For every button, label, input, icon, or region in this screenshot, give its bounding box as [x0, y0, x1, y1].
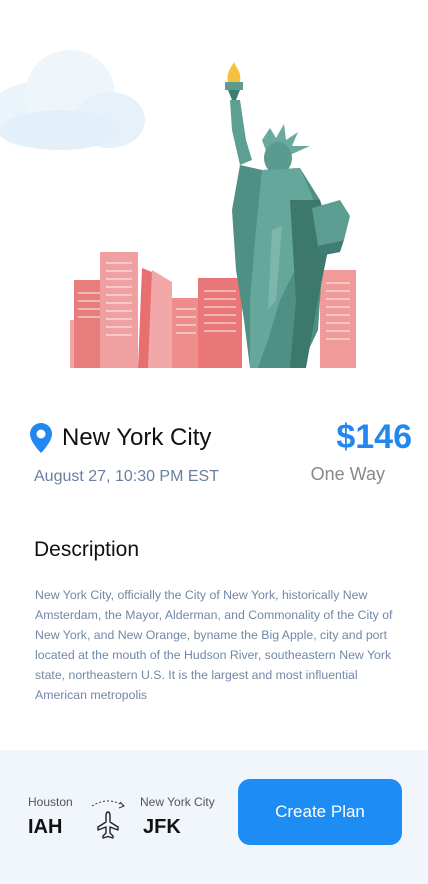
airplane-icon	[91, 800, 125, 839]
flight-summary-bar: Houston IAH New York City JFK Create Pla…	[0, 750, 428, 884]
trip-type-label: One Way	[310, 464, 385, 484]
flight-datetime: August 27, 10:30 PM EST	[34, 468, 219, 485]
create-plan-button[interactable]: Create Plan	[238, 779, 402, 845]
location-pin-icon	[30, 423, 52, 453]
hero-illustration	[0, 50, 356, 368]
destination-airport-code: JFK	[143, 816, 181, 838]
destination-city-title: New York City	[62, 424, 212, 451]
destination-city: New York City	[140, 795, 215, 809]
description-body: New York City, officially the City of Ne…	[35, 588, 393, 702]
cloud-illustration	[0, 50, 145, 150]
origin-city: Houston	[28, 795, 73, 809]
origin-airport-code: IAH	[28, 816, 63, 838]
flight-price: $146	[336, 418, 412, 456]
description-heading: Description	[34, 538, 140, 561]
